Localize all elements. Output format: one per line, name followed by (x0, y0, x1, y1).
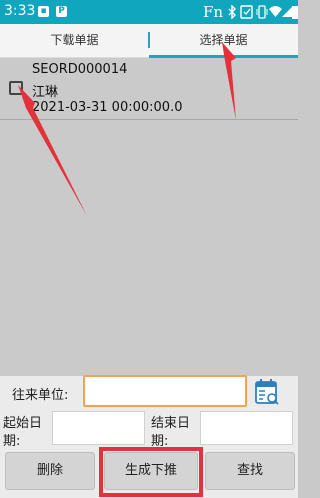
record-datetime: 2021-03-31 00:00:00.0 (32, 100, 183, 115)
wifi-icon (269, 6, 282, 17)
tab-download-docs[interactable]: 下载单据 (0, 24, 149, 56)
document-list: SEORD000014 江琳 2021-03-31 00:00:00.0 (0, 58, 298, 376)
search-button[interactable]: 查找 (205, 452, 295, 490)
record-code: SEORD000014 (32, 62, 128, 77)
end-date-input[interactable] (200, 411, 293, 445)
list-item[interactable]: SEORD000014 江琳 2021-03-31 00:00:00.0 (0, 58, 298, 120)
start-date-input[interactable] (52, 411, 145, 445)
start-date-label-line1: 起始日 (3, 416, 43, 431)
generate-pushdown-button[interactable]: 生成下推 (104, 452, 198, 490)
partner-input[interactable] (83, 375, 247, 407)
record-checkbox[interactable] (9, 81, 23, 95)
end-date-label-line1: 结束日 (151, 416, 191, 431)
end-date-label-line2: 期: (151, 434, 169, 449)
p-notification-icon: P (56, 6, 67, 17)
tab-bar: 下载单据 选择单据 (0, 24, 298, 58)
rotation-lock-icon (240, 5, 253, 19)
calendar-search-icon[interactable] (255, 378, 279, 406)
tab-select-docs[interactable]: 选择单据 (149, 24, 298, 56)
start-date-label-line2: 期: (3, 434, 21, 449)
app-notification-icon: ▪ (38, 6, 49, 17)
battery-icon (292, 6, 298, 19)
status-time: 3:33 (4, 3, 36, 19)
delete-button[interactable]: 删除 (5, 452, 95, 490)
status-bar: 3:33 ▪ P Fn (0, 0, 298, 24)
partner-label: 往来单位: (12, 388, 69, 403)
fn-indicator: Fn (203, 3, 224, 21)
vibrate-icon (256, 5, 268, 19)
bluetooth-icon (228, 5, 236, 19)
record-name: 江琳 (32, 85, 59, 100)
